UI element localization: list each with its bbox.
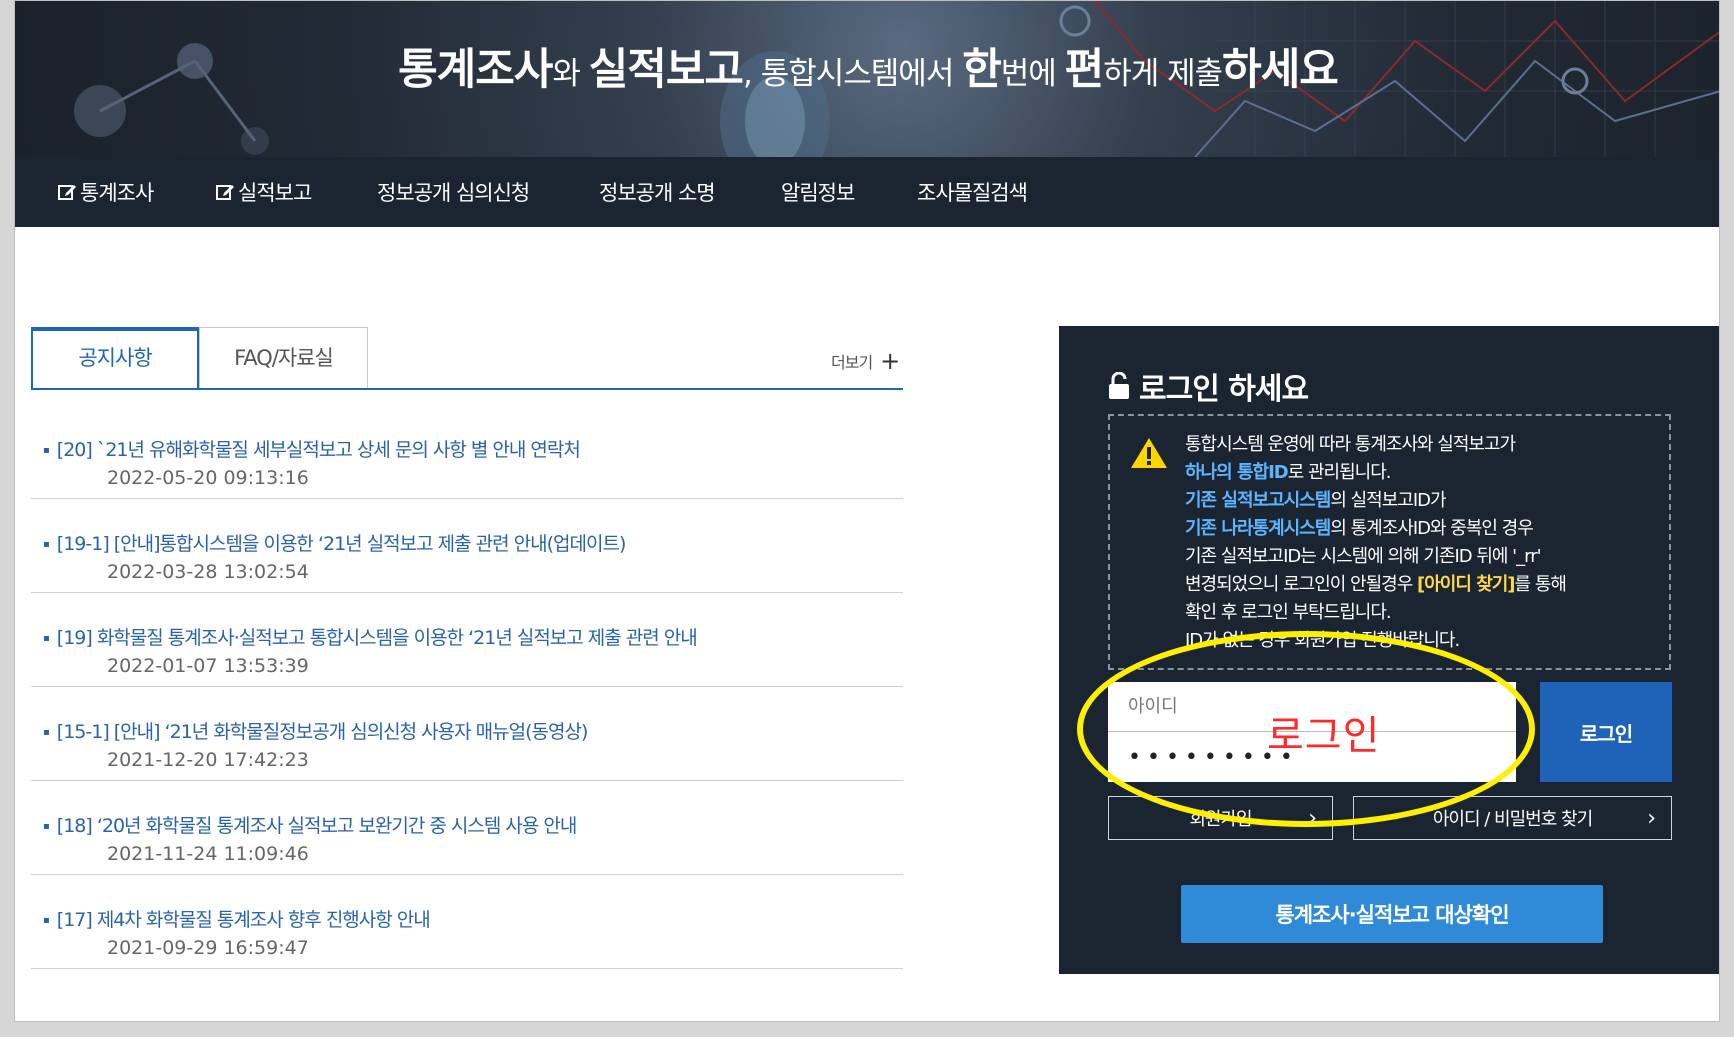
header-banner: 통계조사와 실적보고, 통합시스템에서 한번에 편하게 제출하세요	[15, 1, 1719, 157]
info-line: ID가 없는 경우 회원가입 진행바랍니다.	[1185, 630, 1460, 651]
chevron-right-icon: ›	[1647, 806, 1656, 831]
nav-item-label: 알림정보	[781, 181, 855, 205]
login-button[interactable]: 로그인	[1540, 682, 1672, 782]
headline-part: 하게 제출	[1103, 56, 1223, 92]
headline-part: 와	[552, 56, 589, 92]
join-button[interactable]: 회원가입 ›	[1108, 796, 1333, 840]
info-line: 하나의 통합ID로 관리됩니다.	[1185, 458, 1392, 484]
notice-item[interactable]: [15-1] [안내] ‘21년 화학물질정보공개 심의신청 사용자 매뉴얼(동…	[31, 687, 903, 781]
notice-date: 2022-05-20 09:13:16	[107, 467, 309, 489]
notice-date: 2021-12-20 17:42:23	[107, 749, 309, 771]
join-button-label: 회원가입	[1189, 809, 1252, 830]
nav-item-label: 통계조사	[80, 181, 154, 205]
target-check-button[interactable]: 통계조사·실적보고 대상확인	[1181, 885, 1603, 943]
plus-icon: +	[880, 347, 900, 375]
info-line: 기존 실적보고ID는 시스템에 의해 기존ID 뒤에 '_rr'	[1185, 546, 1542, 567]
headline-part: 번에	[1000, 56, 1065, 92]
notice-item[interactable]: [18] ‘20년 화학물질 통계조사 실적보고 보완기간 중 시스템 사용 안…	[31, 781, 903, 875]
tab-underline	[31, 388, 903, 390]
unlock-icon	[1109, 372, 1129, 399]
chevron-right-icon: ›	[1308, 806, 1317, 831]
notice-date: 2022-01-07 13:53:39	[107, 655, 309, 677]
info-text: 변경되었으니 로그인이 안될경우	[1185, 574, 1418, 595]
info-line: 통합시스템 운영에 따라 통계조사와 실적보고가	[1185, 434, 1516, 455]
info-text: 를 통해	[1514, 574, 1567, 595]
headline-part: 통계조사	[398, 45, 553, 95]
find-id-password-button[interactable]: 아이디 / 비밀번호 찾기 ›	[1353, 796, 1672, 840]
notice-date: 2021-09-29 16:59:47	[107, 937, 309, 959]
page: 통계조사와 실적보고, 통합시스템에서 한번에 편하게 제출하세요 통계조사 실…	[14, 0, 1720, 1022]
notice-date: 2021-11-24 11:09:46	[107, 843, 309, 865]
more-link[interactable]: 더보기 +	[831, 347, 900, 375]
info-text: 의 실적보고ID가	[1330, 490, 1446, 511]
info-text: 의 통계조사ID와 중복인 경우	[1330, 518, 1533, 539]
info-line: 기존 실적보고시스템의 실적보고ID가	[1185, 486, 1447, 512]
nav-item-disclosure-explanation[interactable]: 정보공개 소명	[599, 177, 716, 207]
headline-part: 한	[962, 45, 1002, 95]
nav-item-label: 정보공개 심의신청	[377, 181, 530, 205]
info-line: 확인 후 로그인 부탁드립니다.	[1185, 602, 1392, 623]
notice-title[interactable]: [15-1] [안내] ‘21년 화학물질정보공개 심의신청 사용자 매뉴얼(동…	[43, 717, 589, 744]
headline-part: 실적보고	[588, 45, 744, 95]
info-highlight: 기존 실적보고시스템	[1185, 490, 1331, 511]
edit-icon	[216, 185, 234, 200]
info-highlight: 하나의 통합ID	[1185, 462, 1289, 483]
info-line: 기존 나라통계시스템의 통계조사ID와 중복인 경우	[1185, 514, 1534, 540]
tab-notice[interactable]: 공지사항	[31, 327, 199, 389]
info-text: 로 관리됩니다.	[1287, 462, 1392, 483]
nav-item-disclosure-request[interactable]: 정보공개 심의신청	[377, 177, 530, 207]
headline-part: , 통합시스템에서	[743, 56, 963, 92]
notice-title[interactable]: [18] ‘20년 화학물질 통계조사 실적보고 보완기간 중 시스템 사용 안…	[43, 811, 578, 838]
main-nav: 통계조사 실적보고 정보공개 심의신청 정보공개 소명 알림정보 조사물질검색	[15, 157, 1719, 227]
login-title: 로그인 하세요	[1107, 364, 1309, 408]
find-id-link-text[interactable]: [아이디 찾기]	[1417, 574, 1516, 595]
tab-faq[interactable]: FAQ/자료실	[199, 327, 368, 389]
nav-item-label: 실적보고	[238, 181, 312, 205]
login-panel: 로그인 하세요 통합시스템 운영에 따라 통계조사와 실적보고가 하나의 통합I…	[1059, 326, 1719, 974]
headline: 통계조사와 실적보고, 통합시스템에서 한번에 편하게 제출하세요	[15, 35, 1719, 97]
nav-item-substance-search[interactable]: 조사물질검색	[917, 177, 1028, 207]
notice-item[interactable]: [19-1] [안내]통합시스템을 이용한 ‘21년 실적보고 제출 관련 안내…	[31, 499, 903, 593]
more-label: 더보기	[831, 353, 873, 372]
login-title-text: 로그인 하세요	[1139, 372, 1309, 407]
annotation-label: 로그인	[1267, 713, 1381, 759]
notice-item[interactable]: [20] `21년 유해화학물질 세부실적보고 상세 문의 사항 별 안내 연락…	[31, 405, 903, 499]
nav-item-notifications[interactable]: 알림정보	[781, 177, 855, 207]
nav-item-label: 정보공개 소명	[599, 181, 716, 205]
warning-icon	[1131, 438, 1167, 468]
notice-title[interactable]: [19] 화학물질 통계조사·실적보고 통합시스템을 이용한 ‘21년 실적보고…	[43, 623, 698, 650]
notice-title[interactable]: [17] 제4차 화학물질 통계조사 향후 진행사항 안내	[43, 905, 431, 932]
notice-title[interactable]: [19-1] [안내]통합시스템을 이용한 ‘21년 실적보고 제출 관련 안내…	[43, 529, 627, 556]
notice-title[interactable]: [20] `21년 유해화학물질 세부실적보고 상세 문의 사항 별 안내 연락…	[43, 435, 581, 462]
info-highlight: 기존 나라통계시스템	[1185, 518, 1331, 539]
find-button-label: 아이디 / 비밀번호 찾기	[1432, 809, 1593, 830]
notice-date: 2022-03-28 13:02:54	[107, 561, 309, 583]
edit-icon	[58, 185, 76, 200]
notice-item[interactable]: [19] 화학물질 통계조사·실적보고 통합시스템을 이용한 ‘21년 실적보고…	[31, 593, 903, 687]
nav-item-statistics-survey[interactable]: 통계조사	[57, 177, 154, 207]
login-info-box: 통합시스템 운영에 따라 통계조사와 실적보고가 하나의 통합ID로 관리됩니다…	[1108, 414, 1671, 670]
info-line: 변경되었으니 로그인이 안될경우 [아이디 찾기]를 통해	[1185, 570, 1567, 596]
headline-part: 하세요	[1222, 45, 1339, 95]
headline-part: 편	[1064, 45, 1105, 95]
nav-item-performance-report[interactable]: 실적보고	[215, 177, 312, 207]
notice-item[interactable]: [17] 제4차 화학물질 통계조사 향후 진행사항 안내 2021-09-29…	[31, 875, 903, 969]
nav-item-label: 조사물질검색	[917, 181, 1028, 205]
